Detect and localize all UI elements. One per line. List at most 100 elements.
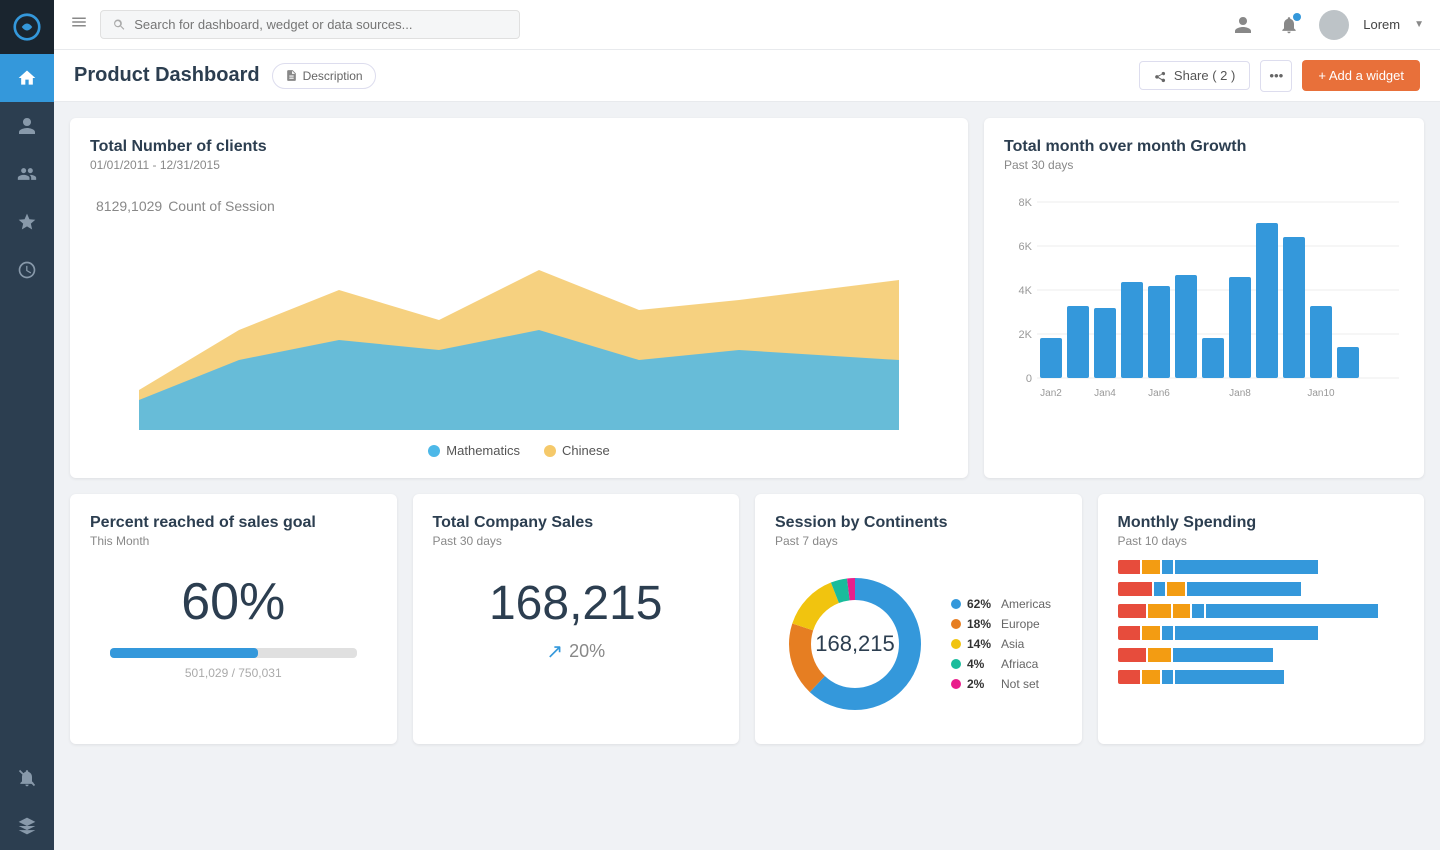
donut-section: 168,215 62% Americas 18% Europe [775, 564, 1062, 724]
spending-title: Monthly Spending [1118, 514, 1405, 532]
pct-americas: 62% [967, 597, 995, 611]
spend-row-2 [1118, 582, 1405, 596]
donut-center-value: 168,215 [815, 631, 895, 657]
seg [1118, 648, 1147, 662]
sidebar-item-clock[interactable] [0, 246, 54, 294]
continents-title: Session by Continents [775, 514, 1062, 532]
username-label: Lorem [1363, 17, 1400, 32]
spend-row-3 [1118, 604, 1405, 618]
sidebar-item-layers[interactable] [0, 802, 54, 850]
content-area: Total Number of clients 01/01/2011 - 12/… [54, 102, 1440, 850]
description-button[interactable]: Description [272, 63, 376, 89]
description-icon [285, 69, 298, 82]
dot-europe [951, 619, 961, 629]
topbar: Lorem ▼ [54, 0, 1440, 50]
svg-text:Jan4: Jan4 [1094, 388, 1116, 399]
dot-africa [951, 659, 961, 669]
sidebar-item-star[interactable] [0, 198, 54, 246]
donut-chart: 168,215 [775, 564, 935, 724]
sidebar-item-user[interactable] [0, 102, 54, 150]
progress-label: 501,029 / 750,031 [90, 666, 377, 680]
add-widget-button[interactable]: + Add a widget [1302, 60, 1420, 91]
profile-icon[interactable] [1227, 9, 1259, 41]
svg-text:4K: 4K [1019, 285, 1033, 297]
search-icon [113, 18, 126, 32]
chevron-down-icon[interactable]: ▼ [1414, 19, 1424, 30]
share-button[interactable]: Share ( 2 ) [1139, 61, 1250, 90]
total-clients-title: Total Number of clients [90, 138, 948, 156]
page-title: Product Dashboard [74, 64, 260, 87]
seg [1175, 626, 1318, 640]
bar-chart-svg: 8K 6K 4K 2K 0 [1004, 188, 1404, 408]
menu-icon[interactable] [70, 13, 88, 36]
seg [1148, 648, 1171, 662]
name-europe: Europe [1001, 617, 1040, 631]
chart-legend: Mathematics Chinese [90, 443, 948, 458]
seg [1206, 604, 1378, 618]
legend-dot-math [428, 445, 440, 457]
seg [1162, 560, 1173, 574]
seg [1154, 582, 1165, 596]
sidebar-item-home[interactable] [0, 54, 54, 102]
seg [1187, 582, 1302, 596]
avatar[interactable] [1319, 10, 1349, 40]
company-sales-card: Total Company Sales Past 30 days 168,215… [413, 494, 740, 744]
sidebar-item-bell[interactable] [0, 754, 54, 802]
sidebar-item-group[interactable] [0, 150, 54, 198]
name-notset: Not set [1001, 677, 1039, 691]
notification-dot [1293, 13, 1301, 21]
seg [1175, 670, 1284, 684]
area-chart-svg [90, 230, 948, 430]
logo[interactable] [0, 0, 54, 54]
legend-notset: 2% Not set [951, 677, 1051, 691]
legend-europe: 18% Europe [951, 617, 1051, 631]
main-area: Lorem ▼ Product Dashboard Description Sh… [54, 0, 1440, 850]
notification-icon[interactable] [1273, 9, 1305, 41]
pct-europe: 18% [967, 617, 995, 631]
progress-bar-wrap [110, 648, 357, 658]
name-asia: Asia [1001, 637, 1024, 651]
more-options-button[interactable]: ••• [1260, 60, 1292, 92]
legend-chinese: Chinese [544, 443, 610, 458]
svg-text:8K: 8K [1019, 197, 1033, 209]
bottom-row: Percent reached of sales goal This Month… [70, 494, 1424, 744]
dot-americas [951, 599, 961, 609]
continents-card: Session by Continents Past 7 days [755, 494, 1082, 744]
sales-goal-title: Percent reached of sales goal [90, 514, 377, 532]
topbar-right: Lorem ▼ [1227, 9, 1424, 41]
growth-subtitle: Past 30 days [1004, 158, 1404, 172]
seg [1148, 604, 1171, 618]
share-icon [1154, 69, 1168, 83]
pct-notset: 2% [967, 677, 995, 691]
continents-subtitle: Past 7 days [775, 534, 1062, 548]
sales-growth: ↗ 20% [433, 639, 720, 664]
seg [1118, 560, 1141, 574]
spend-row-1 [1118, 560, 1405, 574]
search-input[interactable] [134, 17, 507, 32]
seg [1162, 670, 1173, 684]
search-box [100, 10, 520, 39]
spending-card: Monthly Spending Past 10 days [1098, 494, 1425, 744]
seg [1142, 670, 1159, 684]
top-row: Total Number of clients 01/01/2011 - 12/… [70, 118, 1424, 478]
legend-label-math: Mathematics [446, 443, 520, 458]
svg-text:2K: 2K [1019, 329, 1033, 341]
legend-dot-chinese [544, 445, 556, 457]
donut-legend: 62% Americas 18% Europe 14% Asia [951, 597, 1051, 691]
svg-text:0: 0 [1026, 373, 1032, 385]
svg-text:Jan8: Jan8 [1229, 388, 1251, 399]
total-clients-date: 01/01/2011 - 12/31/2015 [90, 158, 948, 172]
share-label: Share ( 2 ) [1174, 68, 1235, 83]
arrow-up-icon: ↗ [546, 639, 563, 664]
seg [1118, 626, 1141, 640]
seg [1142, 626, 1159, 640]
dot-notset [951, 679, 961, 689]
sidebar [0, 0, 54, 850]
page-header-right: Share ( 2 ) ••• + Add a widget [1139, 60, 1420, 92]
company-sales-value: 168,215 [433, 576, 720, 631]
svg-text:Jan6: Jan6 [1148, 388, 1170, 399]
pct-africa: 4% [967, 657, 995, 671]
legend-africa: 4% Afriaca [951, 657, 1051, 671]
seg [1118, 670, 1141, 684]
seg [1173, 648, 1273, 662]
